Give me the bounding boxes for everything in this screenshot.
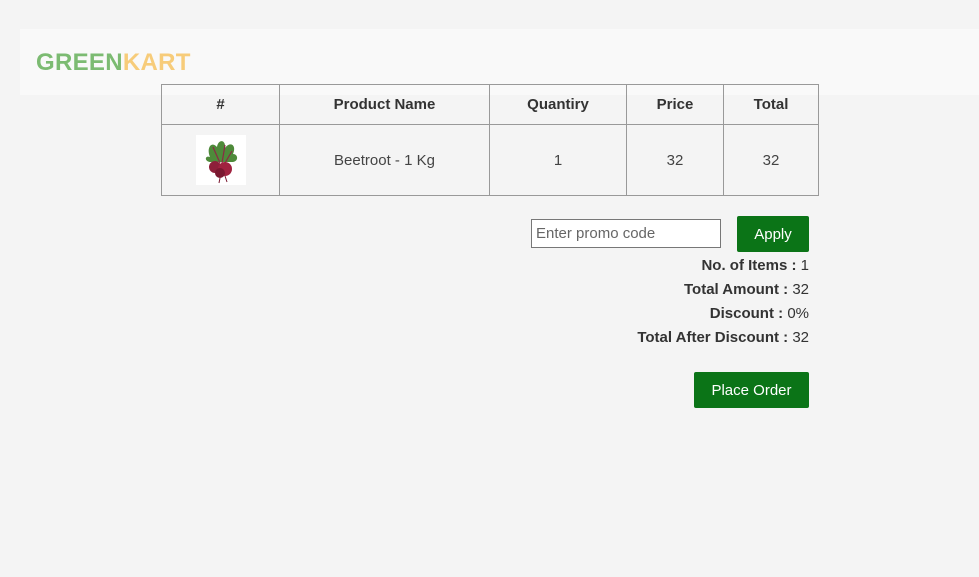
total-amount-line: Total Amount : 32 [637,278,809,302]
greenkart-logo[interactable]: GREENKART [36,49,191,77]
discount-line: Discount : 0% [637,302,809,326]
after-label: Total After Discount : [637,329,789,346]
quantity-cell: 1 [489,124,627,196]
cart-table: # Product Name Quantiry Price Total Beet… [161,84,819,196]
logo-green: GREEN [36,49,123,76]
after-value: 32 [792,329,809,346]
beetroot-image [195,135,246,185]
product-name-cell: Beetroot - 1 Kg [279,124,490,196]
total-cell: 32 [723,124,819,196]
col-total-header: Total [723,84,819,125]
discount-label: Discount : [709,305,784,322]
col-product-header: Product Name [279,84,490,125]
col-index-header: # [161,84,280,125]
table-header-row: # Product Name Quantiry Price Total [161,84,819,125]
promo-code-input[interactable] [531,219,721,248]
items-count-line: No. of Items : 1 [637,254,809,278]
apply-promo-button[interactable]: Apply [737,216,809,252]
items-value: 1 [800,257,809,274]
logo-kart: KART [122,49,191,76]
amount-value: 32 [792,281,809,298]
col-price-header: Price [626,84,724,125]
order-summary: No. of Items : 1 Total Amount : 32 Disco… [637,254,809,350]
discount-value: 0% [787,305,809,322]
table-row: Beetroot - 1 Kg 1 32 32 [161,124,819,196]
place-order-button[interactable]: Place Order [694,372,809,408]
col-quantity-header: Quantiry [489,84,627,125]
product-image-cell [161,124,280,196]
amount-label: Total Amount : [683,281,789,298]
price-cell: 32 [626,124,724,196]
items-label: No. of Items : [701,257,797,274]
total-after-discount-line: Total After Discount : 32 [637,326,809,350]
